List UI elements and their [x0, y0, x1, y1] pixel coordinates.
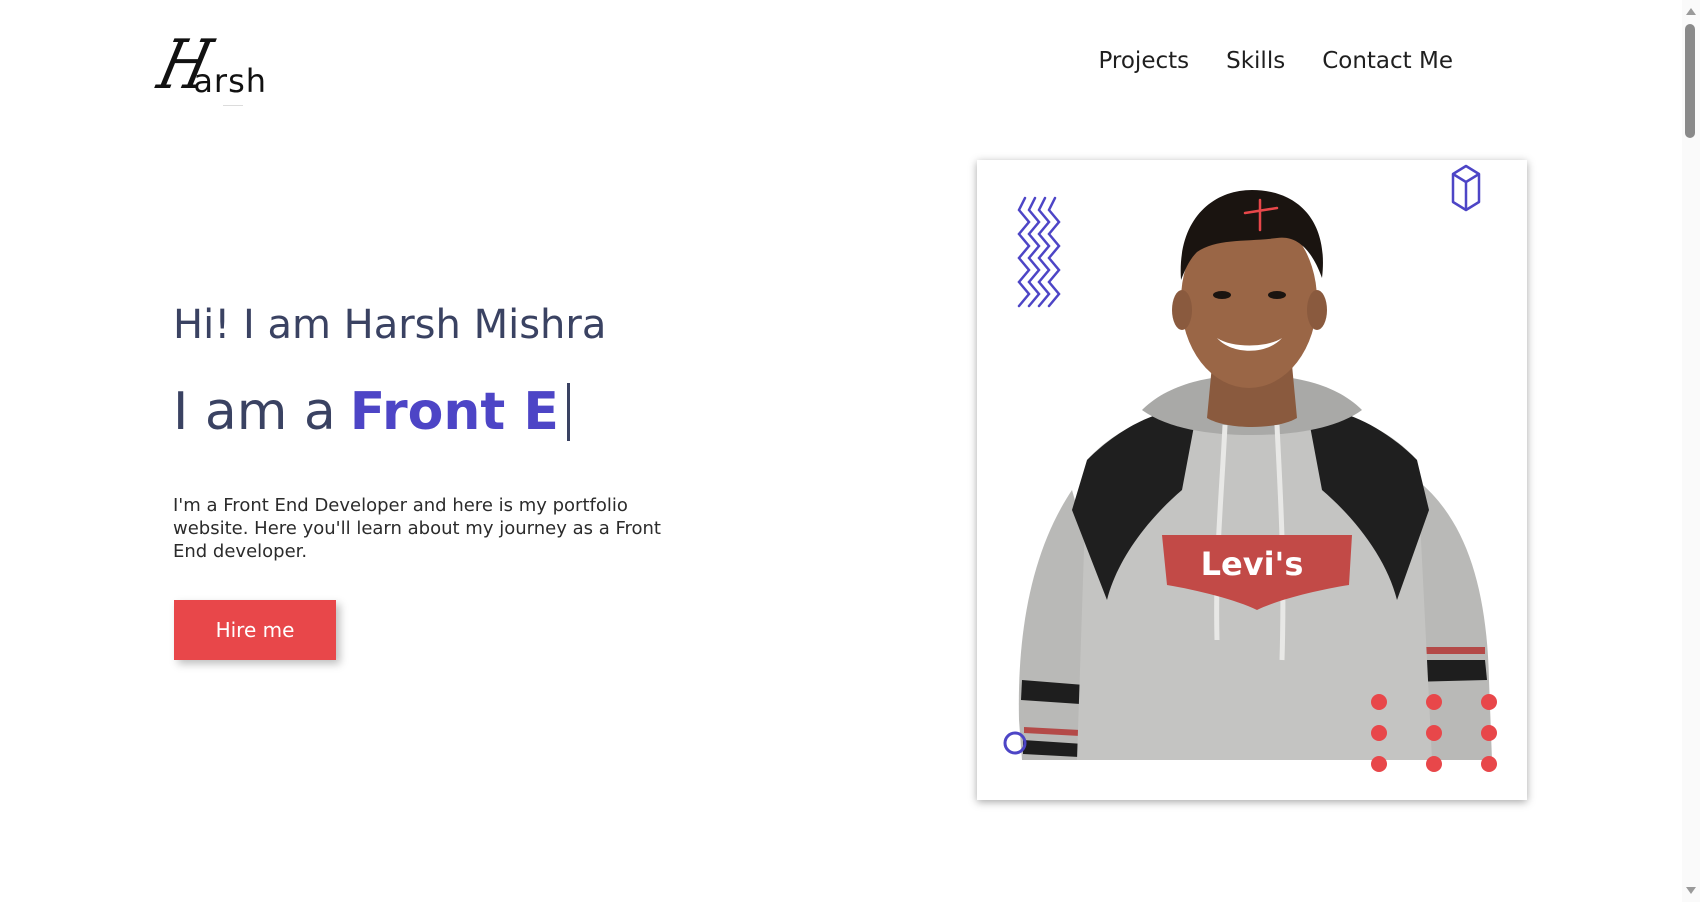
profile-photo: Levi's [977, 160, 1527, 800]
nav-link-contact[interactable]: Contact Me [1322, 48, 1453, 74]
scroll-down-arrow-icon[interactable] [1686, 887, 1696, 894]
shirt-logo-text: Levi's [1201, 545, 1304, 583]
main-nav: Projects Skills Contact Me [1098, 48, 1453, 74]
typing-cursor [566, 383, 570, 441]
site-logo[interactable]: H arsh [151, 20, 267, 105]
hero-role-prefix: I am a [173, 382, 336, 442]
nav-link-skills[interactable]: Skills [1226, 48, 1285, 74]
scroll-thumb[interactable] [1685, 24, 1695, 138]
hero-role: I am a Front E [173, 380, 570, 444]
scroll-up-arrow-icon[interactable] [1686, 8, 1696, 15]
profile-photo-card: Levi's [977, 160, 1527, 800]
hero-role-typed: Front E [349, 382, 559, 442]
hire-me-button[interactable]: Hire me [174, 600, 336, 660]
logo-underline [223, 105, 243, 106]
hero-greeting: Hi! I am Harsh Mishra [173, 302, 607, 348]
hero-description: I'm a Front End Developer and here is my… [173, 495, 661, 562]
nav-link-projects[interactable]: Projects [1098, 48, 1189, 74]
page: H arsh Projects Skills Contact Me Hi! I … [0, 0, 1700, 902]
vertical-scrollbar[interactable] [1682, 0, 1700, 902]
